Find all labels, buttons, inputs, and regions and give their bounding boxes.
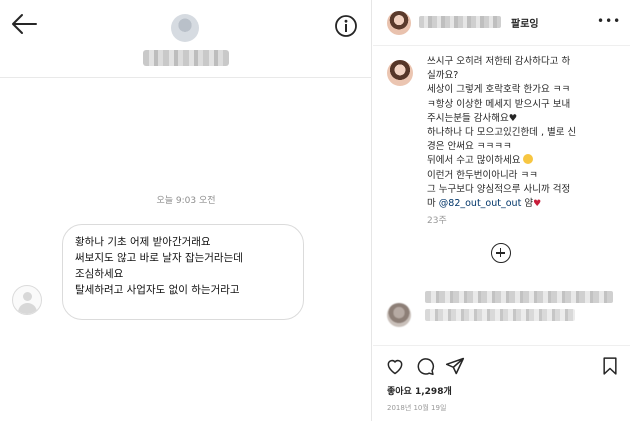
comment-line: 그 누구보다 양심적으루 사니까 걱정	[427, 183, 571, 195]
message-line: 탈세하려고 사업자도 없이 하는거라고	[75, 284, 240, 296]
message-bubble[interactable]: 황하나 기초 어제 받아간거래요 써보지도 않고 바로 날자 잡는거라는데 조심…	[62, 224, 304, 320]
default-avatar-icon[interactable]	[12, 285, 42, 315]
comment-line-text: 뒤에서 수고 많이하세요	[427, 155, 521, 167]
post-header: 팔로잉 •••	[373, 0, 630, 46]
author-avatar[interactable]	[387, 11, 411, 35]
comment-line-with-mention: 마 @82_out_out_out 얌♥	[427, 197, 627, 211]
mention-link[interactable]: @82_out_out_out	[439, 198, 522, 209]
comment-line: 하나하나 다 모으고있긴한데 , 별로 신	[427, 127, 577, 139]
dm-header	[0, 0, 372, 78]
back-arrow-icon[interactable]	[10, 12, 38, 36]
blurred-text	[425, 309, 575, 321]
comment-line-text: 마	[427, 198, 436, 210]
comment-age: 23주	[427, 216, 447, 226]
comment-author-avatar[interactable]	[387, 60, 413, 86]
comment-line-with-emoji: 뒤에서 수고 많이하세요	[427, 154, 627, 168]
following-button[interactable]: 팔로잉	[511, 15, 539, 30]
post-date: 2018년 10월 19일	[387, 404, 447, 412]
blurred-text	[425, 291, 613, 303]
message-line: 조심하세요	[75, 268, 124, 280]
conversation-name-blurred	[143, 50, 229, 66]
heart-emoji-icon: ♥	[533, 199, 542, 210]
blurred-avatar	[387, 303, 411, 327]
heart-icon[interactable]	[385, 356, 405, 376]
likes-number: 1,298개	[414, 387, 452, 397]
author-username-blurred[interactable]	[419, 16, 501, 28]
comment-line: 경은 안써요 ㅋㅋㅋㅋ	[427, 141, 512, 153]
comment-line: 쓰시구 오히려 저한테 감사하다고 하	[427, 56, 571, 67]
comment-line: 이런거 한두번이아니라 ㅋㅋ	[427, 169, 538, 181]
comment-line: 실까요?	[427, 70, 459, 82]
comment-line: ㅋ항상 이상한 메세지 받으시구 보내	[427, 98, 571, 110]
bookmark-icon[interactable]	[600, 356, 620, 376]
more-options-icon[interactable]: •••	[597, 14, 621, 28]
message-line: 황하나 기초 어제 받아간거래요	[75, 236, 211, 248]
smile-emoji-icon	[523, 154, 534, 165]
likes-count[interactable]: 좋아요 1,298개	[387, 384, 452, 397]
share-icon[interactable]	[445, 356, 465, 376]
load-more-icon[interactable]	[491, 243, 511, 263]
info-icon[interactable]	[334, 14, 358, 38]
conversation-avatar[interactable]	[171, 14, 199, 42]
mention-suffix: 얌	[524, 198, 534, 210]
comment-line: 주시는분들 감사해요♥	[427, 112, 518, 124]
dm-panel: 오늘 9:03 오전 황하나 기초 어제 받아간거래요 써보지도 않고 바로 날…	[0, 0, 372, 421]
message-timestamp: 오늘 9:03 오전	[156, 196, 216, 206]
comment-text: 쓰시구 오히려 저한테 감사하다고 하 실까요? 세상이 그렇게 호락호락 한가…	[427, 55, 627, 211]
post-actions-bar	[373, 345, 630, 385]
comment-icon[interactable]	[415, 356, 435, 376]
message-line: 써보지도 않고 바로 날자 잡는거라는데	[75, 252, 243, 264]
blurred-comment-row	[383, 283, 623, 329]
post-panel: 팔로잉 ••• 쓰시구 오히려 저한테 감사하다고 하 실까요? 세상이 그렇게…	[373, 0, 630, 421]
comment-line: 세상이 그렇게 호락호락 한가요 ㅋㅋ	[427, 84, 571, 96]
likes-label: 좋아요	[387, 387, 412, 397]
